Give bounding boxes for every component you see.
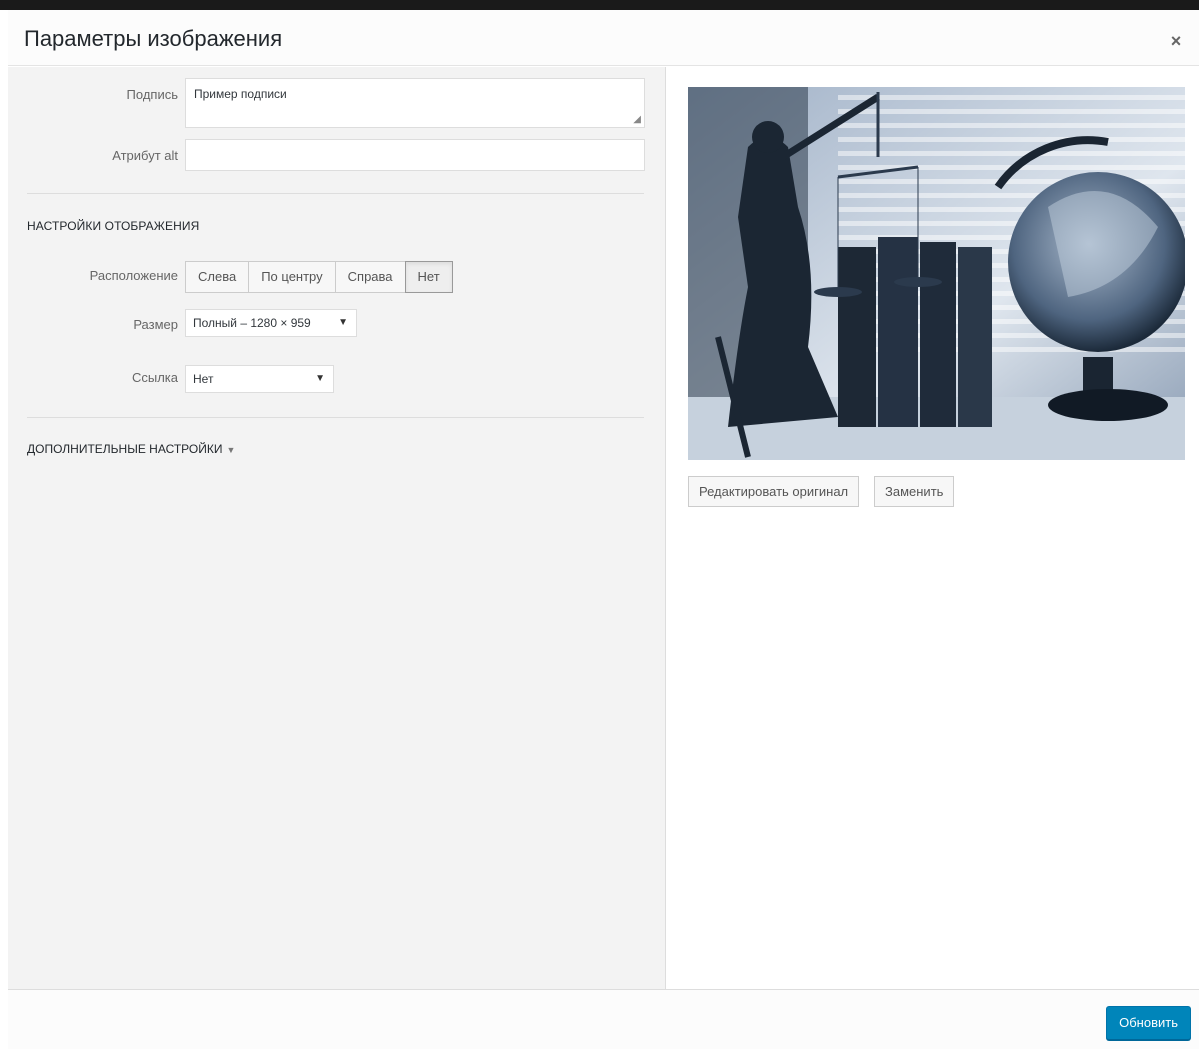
align-left-button[interactable]: Слева [185,261,250,293]
modal-header: Параметры изображения × [8,10,1199,66]
size-value: Полный – 1280 × 959 [193,316,311,330]
advanced-settings-label: ДОПОЛНИТЕЛЬНЫЕ НАСТРОЙКИ [27,442,223,456]
size-label: Размер [133,317,178,332]
image-preview [688,87,1185,460]
size-select[interactable]: Полный – 1280 × 959 ▼ [185,309,357,337]
align-button-group: Слева По центру Справа Нет [185,261,453,293]
alt-input[interactable] [185,139,645,171]
preview-pane: Редактировать оригинал Заменить [667,67,1199,989]
align-none-button[interactable]: Нет [404,261,453,293]
link-value: Нет [193,372,214,386]
caption-value: Пример подписи [194,87,287,101]
edit-original-button[interactable]: Редактировать оригинал [688,476,860,507]
display-settings-title: НАСТРОЙКИ ОТОБРАЖЕНИЯ [27,219,200,233]
image-details-modal: Параметры изображения × Подпись Пример п… [8,10,1199,1049]
align-center-button[interactable]: По центру [248,261,336,293]
divider [27,417,644,418]
update-button[interactable]: Обновить [1106,1006,1191,1040]
divider [27,193,644,194]
settings-pane: Подпись Пример подписи ◢ Атрибут alt НАС… [8,67,666,989]
advanced-settings-toggle[interactable]: ДОПОЛНИТЕЛЬНЫЕ НАСТРОЙКИ ▼ [27,442,235,456]
align-label: Расположение [89,268,178,283]
alt-label: Атрибут alt [112,148,178,163]
modal-footer: Обновить [8,989,1199,1049]
resize-grip-icon[interactable]: ◢ [633,114,641,125]
link-label: Ссылка [131,370,178,385]
chevron-down-icon: ▼ [338,317,348,328]
close-icon[interactable]: × [1161,26,1191,56]
chevron-down-icon: ▼ [226,445,236,455]
align-right-button[interactable]: Справа [334,261,406,293]
caption-label: Подпись [126,87,178,102]
modal-title: Параметры изображения [24,26,283,51]
window-top-bar [0,0,1199,10]
chevron-down-icon: ▼ [315,373,325,384]
caption-textarea[interactable]: Пример подписи ◢ [185,78,645,128]
replace-button[interactable]: Заменить [874,476,955,507]
preview-image [688,87,1185,460]
link-select[interactable]: Нет ▼ [185,365,334,393]
